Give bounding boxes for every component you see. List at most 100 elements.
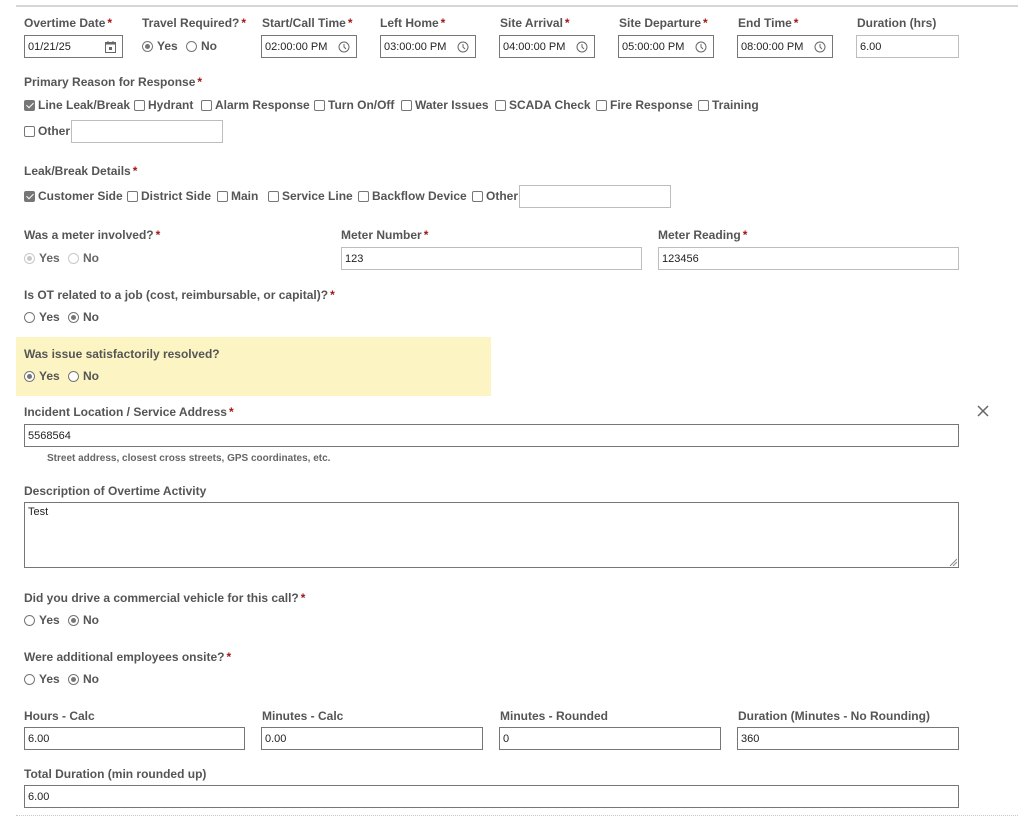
site-arrival-value: 04:00:00 PM	[503, 40, 566, 53]
checkbox-icon[interactable]	[401, 99, 412, 111]
reason-other[interactable]: Other	[24, 124, 70, 138]
checkbox-icon[interactable]	[127, 190, 138, 202]
hours-calc-input[interactable]: 6.00	[24, 727, 245, 750]
meter-reading-input[interactable]: 123456	[658, 247, 959, 270]
leak-other[interactable]: Other	[472, 189, 518, 203]
start-call-time-label: Start/Call Time *	[262, 16, 353, 30]
overtime-date-label: Overtime Date *	[24, 16, 113, 30]
resize-grip-icon[interactable]	[948, 557, 957, 566]
travel-required-no[interactable]: No	[186, 39, 217, 53]
end-time-value: 08:00:00 PM	[741, 40, 804, 53]
total-duration-input[interactable]: 6.00	[24, 785, 959, 808]
checkbox-icon[interactable]	[314, 99, 325, 111]
description-value: Test	[28, 506, 49, 518]
leak-main[interactable]: Main	[217, 189, 258, 203]
checkbox-icon[interactable]	[24, 190, 35, 202]
commercial-vehicle-no[interactable]: No	[68, 613, 99, 627]
resolved-yes[interactable]: Yes	[24, 369, 60, 383]
clock-icon[interactable]	[693, 39, 709, 55]
commercial-vehicle-yes[interactable]: Yes	[24, 613, 60, 627]
radio-icon[interactable]	[24, 370, 35, 382]
travel-required-yes[interactable]: Yes	[142, 39, 178, 53]
end-time-input[interactable]: 08:00:00 PM	[737, 35, 833, 58]
checkbox-icon[interactable]	[201, 99, 212, 111]
overtime-date-input[interactable]: 01/21/25	[24, 35, 123, 58]
radio-icon[interactable]	[24, 614, 35, 626]
radio-icon[interactable]	[186, 40, 197, 52]
checkbox-icon[interactable]	[596, 99, 607, 111]
resolved-no[interactable]: No	[68, 369, 99, 383]
close-icon[interactable]	[975, 403, 991, 419]
checkbox-icon[interactable]	[24, 99, 35, 111]
ot-job-no[interactable]: No	[68, 310, 99, 324]
checkbox-icon[interactable]	[472, 190, 483, 202]
radio-icon[interactable]	[68, 311, 79, 323]
reason-fire-response[interactable]: Fire Response	[596, 98, 693, 112]
leak-customer-side[interactable]: Customer Side	[24, 189, 123, 203]
leak-district-side[interactable]: District Side	[127, 189, 211, 203]
reason-alarm-response[interactable]: Alarm Response	[201, 98, 310, 112]
ot-job-yes[interactable]: Yes	[24, 310, 60, 324]
reason-water-issues[interactable]: Water Issues	[401, 98, 489, 112]
reason-scada-check[interactable]: SCADA Check	[495, 98, 591, 112]
description-textarea[interactable]: Test	[24, 502, 959, 568]
duration-minutes-input[interactable]: 360	[737, 727, 959, 750]
meter-number-label: Meter Number *	[341, 228, 429, 242]
radio-icon[interactable]	[24, 311, 35, 323]
radio-icon[interactable]	[24, 673, 35, 685]
checkbox-icon[interactable]	[217, 190, 228, 202]
site-departure-input[interactable]: 05:00:00 PM	[618, 35, 714, 58]
calendar-icon[interactable]	[102, 39, 118, 55]
radio-icon[interactable]	[68, 673, 79, 685]
checkbox-icon[interactable]	[24, 125, 35, 137]
checkbox-icon[interactable]	[358, 190, 369, 202]
start-call-time-input[interactable]: 02:00:00 PM	[261, 35, 357, 58]
radio-icon[interactable]	[68, 614, 79, 626]
meter-number-input[interactable]: 123	[341, 247, 642, 270]
leak-service-line[interactable]: Service Line	[268, 189, 353, 203]
reason-other-input[interactable]	[71, 120, 223, 143]
meter-reading-value: 123456	[662, 252, 699, 265]
clock-icon[interactable]	[455, 39, 471, 55]
minutes-calc-input[interactable]: 0.00	[261, 727, 483, 750]
minutes-rounded-input[interactable]: 0	[499, 727, 721, 750]
reason-hydrant[interactable]: Hydrant	[134, 98, 193, 112]
meter-involved-yes[interactable]: Yes	[24, 251, 60, 265]
incident-location-input[interactable]: 5568564	[24, 424, 959, 447]
radio-icon[interactable]	[24, 252, 35, 264]
hours-calc-label: Hours - Calc	[24, 709, 95, 723]
leak-break-details-label: Leak/Break Details *	[24, 164, 138, 178]
left-home-input[interactable]: 03:00:00 PM	[380, 35, 476, 58]
radio-icon[interactable]	[142, 40, 153, 52]
additional-employees-label: Were additional employees onsite? *	[24, 650, 232, 664]
duration-hrs-input[interactable]: 6.00	[856, 35, 959, 58]
additional-employees-yes[interactable]: Yes	[24, 672, 60, 686]
meter-involved-no[interactable]: No	[68, 251, 99, 265]
additional-employees-no[interactable]: No	[68, 672, 99, 686]
start-call-time-value: 02:00:00 PM	[265, 40, 328, 53]
site-arrival-input[interactable]: 04:00:00 PM	[499, 35, 595, 58]
minutes-calc-value: 0.00	[265, 732, 287, 745]
resolved-highlight-panel	[16, 337, 491, 396]
reason-turn-on-off[interactable]: Turn On/Off	[314, 98, 394, 112]
overtime-date-value: 01/21/25	[28, 40, 71, 53]
primary-reason-label: Primary Reason for Response *	[24, 75, 203, 89]
checkbox-icon[interactable]	[268, 190, 279, 202]
meter-reading-label: Meter Reading *	[658, 228, 748, 242]
radio-icon[interactable]	[68, 252, 79, 264]
checkbox-icon[interactable]	[134, 99, 145, 111]
leak-other-input[interactable]	[519, 185, 671, 208]
checkbox-icon[interactable]	[495, 99, 506, 111]
radio-icon[interactable]	[68, 370, 79, 382]
reason-training[interactable]: Training	[698, 98, 759, 112]
checkbox-icon[interactable]	[698, 99, 709, 111]
clock-icon[interactable]	[812, 39, 828, 55]
clock-icon[interactable]	[336, 39, 352, 55]
reason-line-leak-break[interactable]: Line Leak/Break	[24, 98, 130, 112]
left-home-label: Left Home *	[380, 16, 446, 30]
clock-icon[interactable]	[574, 39, 590, 55]
resolved-label: Was issue satisfactorily resolved?	[24, 347, 220, 361]
leak-backflow-device[interactable]: Backflow Device	[358, 189, 467, 203]
left-home-value: 03:00:00 PM	[384, 40, 447, 53]
commercial-vehicle-label: Did you drive a commercial vehicle for t…	[24, 591, 306, 605]
